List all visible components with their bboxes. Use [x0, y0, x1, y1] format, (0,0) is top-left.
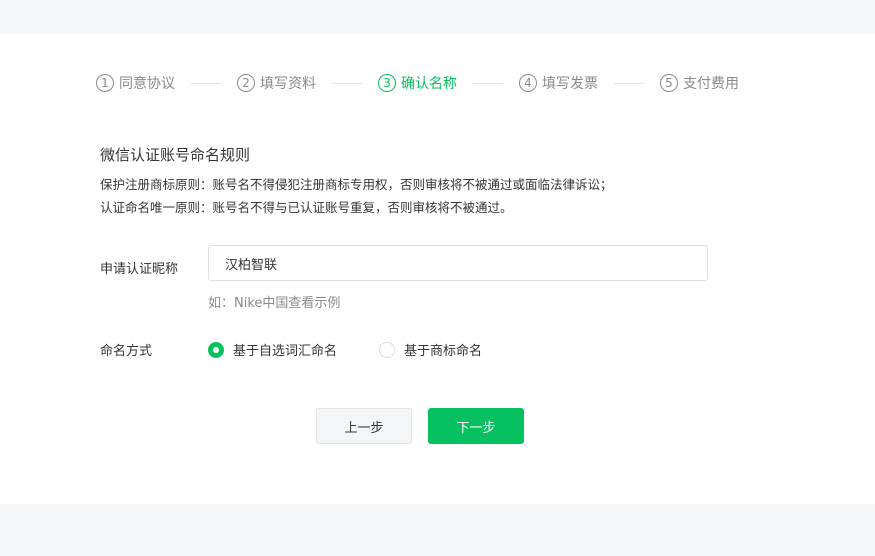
- view-example-link[interactable]: 查看示例: [288, 296, 340, 311]
- step-number: 3: [378, 74, 396, 92]
- nickname-input[interactable]: [208, 245, 708, 281]
- step-connector: [332, 82, 362, 84]
- step-label: 填写发票: [542, 76, 598, 92]
- nickname-hint: 如：Nike中国查看示例: [208, 292, 340, 311]
- radio-custom-words[interactable]: 基于自选词汇命名: [208, 340, 337, 359]
- step-label: 确认名称: [401, 76, 457, 92]
- step-fill-invoice: 4 填写发票: [519, 72, 598, 94]
- radio-trademark[interactable]: 基于商标命名: [379, 340, 482, 359]
- naming-method-label: 命名方式: [100, 344, 153, 359]
- step-connector: [473, 82, 503, 84]
- radio-unchecked-icon[interactable]: [379, 341, 395, 358]
- nickname-label: 申请认证昵称: [100, 262, 179, 277]
- prev-step-button[interactable]: 上一步: [316, 408, 412, 444]
- step-connector: [614, 82, 644, 84]
- radio-checked-icon[interactable]: [208, 341, 224, 358]
- step-connector: [191, 82, 221, 84]
- stepper: 1 同意协议 2 填写资料 3 确认名称 4 填写发票 5 支付费用: [96, 72, 739, 94]
- rule-unique-name: 认证命名唯一原则：账号名不得与已认证账号重复，否则审核将不被通过。: [100, 200, 513, 215]
- step-number: 2: [237, 74, 255, 92]
- hint-example-text: 如：Nike中国: [208, 296, 289, 311]
- step-label: 支付费用: [683, 76, 739, 92]
- step-pay-fee: 5 支付费用: [660, 72, 739, 94]
- step-label: 同意协议: [119, 76, 175, 92]
- step-number: 5: [660, 74, 678, 92]
- naming-rules-title: 微信认证账号命名规则: [100, 146, 251, 164]
- step-label: 填写资料: [260, 76, 316, 92]
- step-agree-terms: 1 同意协议: [96, 72, 175, 94]
- radio-label: 基于商标命名: [404, 344, 483, 359]
- step-fill-info: 2 填写资料: [237, 72, 316, 94]
- radio-label: 基于自选词汇命名: [233, 344, 338, 359]
- step-number: 4: [519, 74, 537, 92]
- next-step-button[interactable]: 下一步: [428, 408, 524, 444]
- step-confirm-name: 3 确认名称: [378, 72, 457, 94]
- rule-trademark: 保护注册商标原则：账号名不得侵犯注册商标专用权，否则审核将不被通过或面临法律诉讼…: [100, 177, 613, 192]
- top-band: [0, 0, 875, 34]
- step-number: 1: [96, 74, 114, 92]
